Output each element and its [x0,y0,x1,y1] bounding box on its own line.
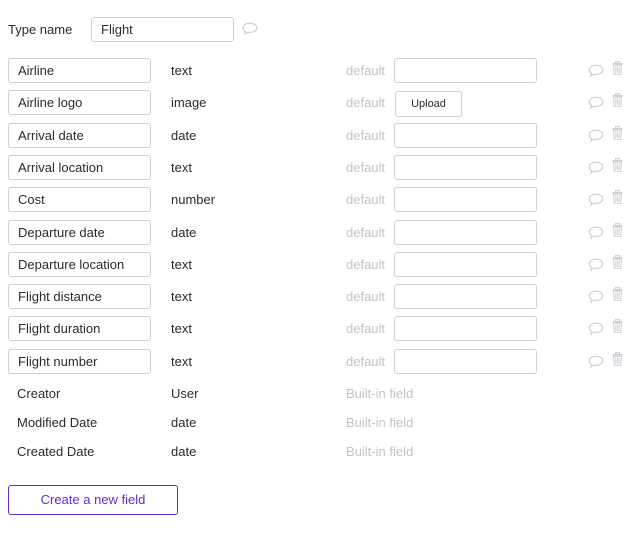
trash-icon[interactable] [612,318,623,336]
built-in-field-row: Created Date date Built-in field [8,444,628,464]
default-label: default [346,192,386,207]
default-value-input[interactable] [394,123,537,148]
trash-icon[interactable] [612,222,623,240]
field-type[interactable]: text [171,289,192,304]
field-type[interactable]: text [171,160,192,175]
built-in-field-name: Created Date [17,444,95,459]
field-row: Departure location text default [8,252,628,277]
field-row: Flight duration text default [8,316,628,341]
default-label: default [346,321,386,336]
default-label: default [346,160,386,175]
default-label: default [346,289,386,304]
comment-icon[interactable] [588,129,604,145]
comment-icon[interactable] [588,258,604,274]
default-value-input[interactable] [394,316,537,341]
comment-icon[interactable] [588,355,604,371]
default-value-input[interactable] [394,187,537,212]
type-name-label: Type name [8,22,73,37]
field-type[interactable]: image [171,95,206,110]
field-type[interactable]: text [171,63,192,78]
default-value-input[interactable] [394,155,537,180]
default-value-input[interactable] [394,349,537,374]
trash-icon[interactable] [612,254,623,272]
field-type[interactable]: text [171,354,192,369]
field-row: Flight number text default [8,349,628,374]
default-label: default [346,257,386,272]
built-in-field-note: Built-in field [346,415,414,430]
field-row: Flight distance text default [8,284,628,309]
field-type[interactable]: date [171,225,196,240]
built-in-field-type: date [171,444,197,459]
field-row: Departure date date default [8,220,628,245]
field-name-input[interactable]: Flight duration [8,316,151,341]
built-in-field-name: Modified Date [17,415,98,430]
trash-icon[interactable] [612,125,623,143]
built-in-field-row: Modified Date date Built-in field [8,415,628,435]
field-name-input[interactable]: Cost [8,187,151,212]
trash-icon[interactable] [612,60,623,78]
default-value-input[interactable] [394,58,537,83]
built-in-field-row: Creator User Built-in field [8,386,628,406]
built-in-field-note: Built-in field [346,444,414,459]
field-row: Arrival date date default [8,123,628,148]
field-type[interactable]: text [171,257,192,272]
field-name-input[interactable]: Airline [8,58,151,83]
comment-icon[interactable] [242,22,258,38]
type-name-row: Type name Flight [8,17,628,42]
trash-icon[interactable] [612,189,623,207]
built-in-field-type: date [171,415,197,430]
built-in-field-type: User [171,386,199,401]
default-label: default [346,128,386,143]
field-type[interactable]: number [171,192,215,207]
comment-icon[interactable] [588,96,604,112]
trash-icon[interactable] [612,157,623,175]
field-name-input[interactable]: Flight number [8,349,151,374]
comment-icon[interactable] [588,64,604,80]
trash-icon[interactable] [612,351,623,369]
field-name-input[interactable]: Departure location [8,252,151,277]
field-row: Arrival location text default [8,155,628,180]
default-label: default [346,95,386,110]
default-label: default [346,63,386,78]
default-value-input[interactable] [394,284,537,309]
comment-icon[interactable] [588,290,604,306]
field-name-input[interactable]: Arrival date [8,123,151,148]
field-name-input[interactable]: Airline logo [8,90,151,115]
field-row: Airline text default [8,58,628,83]
field-name-input[interactable]: Arrival location [8,155,151,180]
field-type[interactable]: text [171,321,192,336]
create-new-field-button[interactable]: Create a new field [8,485,178,515]
built-in-field-name: Creator [17,386,61,401]
field-row: Airline logo image default Upload [8,90,628,117]
comment-icon[interactable] [588,193,604,209]
default-value-input[interactable] [394,252,537,277]
field-name-input[interactable]: Departure date [8,220,151,245]
built-in-field-note: Built-in field [346,386,414,401]
type-name-input[interactable]: Flight [91,17,234,42]
comment-icon[interactable] [588,161,604,177]
default-label: default [346,354,386,369]
upload-button[interactable]: Upload [395,91,462,117]
default-value-input[interactable] [394,220,537,245]
field-type[interactable]: date [171,128,196,143]
trash-icon[interactable] [612,92,623,110]
default-label: default [346,225,386,240]
trash-icon[interactable] [612,286,623,304]
comment-icon[interactable] [588,226,604,242]
comment-icon[interactable] [588,322,604,338]
field-name-input[interactable]: Flight distance [8,284,151,309]
field-row: Cost number default [8,187,628,212]
